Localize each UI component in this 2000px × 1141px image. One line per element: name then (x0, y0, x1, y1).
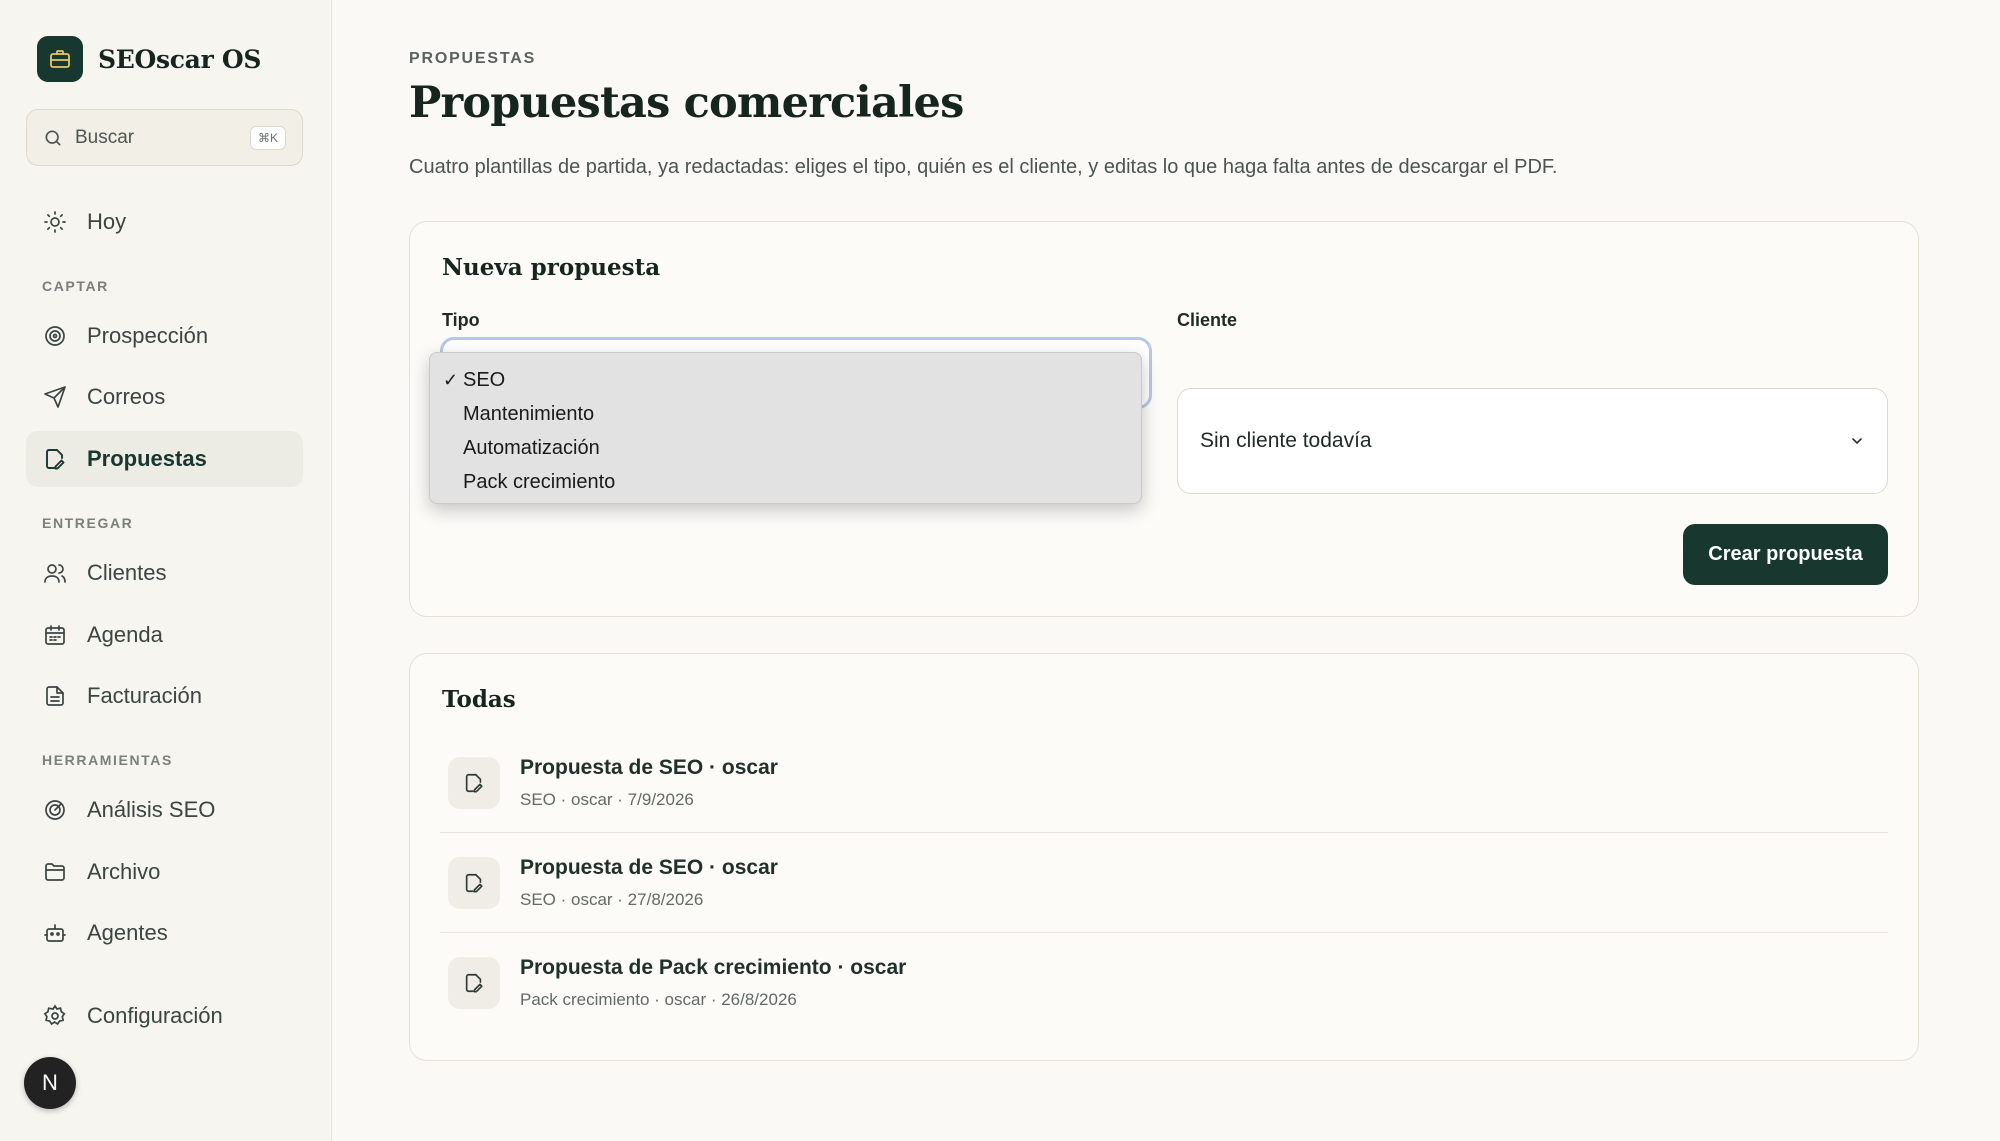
option-label: Mantenimiento (463, 402, 595, 425)
calendar-icon (42, 622, 68, 648)
brand[interactable]: SEOscar OS (37, 36, 261, 82)
sidebar-item-facturacion[interactable]: Facturación (26, 668, 303, 724)
cliente-label: Cliente (1177, 310, 1238, 330)
page-subtitle: Cuatro plantillas de partida, ya redacta… (409, 156, 1558, 178)
file-edit-icon (448, 957, 500, 1009)
avatar[interactable]: N (24, 1057, 76, 1109)
sidebar-item-archivo[interactable]: Archivo (26, 844, 303, 900)
app-name: SEOscar OS (98, 44, 262, 74)
sidebar-item-label: Hoy (87, 209, 127, 234)
tipo-option-automatizacion[interactable]: Automatización (430, 431, 1141, 465)
sidebar-item-configuracion[interactable]: Configuración (26, 988, 303, 1044)
file-edit-icon (448, 756, 500, 809)
tipo-option-seo[interactable]: ✓ SEO (430, 363, 1141, 397)
sidebar-item-analisis-seo[interactable]: Análisis SEO (26, 782, 303, 838)
create-proposal-button[interactable]: Crear propuesta (1683, 524, 1888, 585)
nav-section-captar: CAPTAR (42, 278, 109, 294)
sidebar-item-label: Análisis SEO (87, 797, 216, 822)
search-placeholder: Buscar (75, 126, 135, 148)
nav-section-herramientas: HERRAMIENTAS (42, 752, 173, 768)
proposal-meta: Pack crecimiento · oscar · 26/8/2026 (520, 990, 797, 1009)
tipo-option-pack-crecimiento[interactable]: Pack crecimiento (430, 465, 1141, 499)
search-input[interactable]: Buscar ⌘K (26, 109, 303, 166)
sidebar-item-correos[interactable]: Correos (26, 369, 303, 425)
radar-icon (42, 797, 68, 823)
page-title: Propuestas comerciales (409, 78, 964, 128)
target-icon (42, 323, 68, 349)
search-shortcut: ⌘K (249, 125, 286, 150)
list-item[interactable]: Propuesta de SEO · oscar SEO · oscar · 2… (440, 833, 1888, 933)
sidebar-item-propuestas[interactable]: Propuestas (26, 431, 303, 487)
sidebar-item-label: Agenda (87, 622, 163, 647)
sidebar-item-label: Propuestas (87, 446, 207, 471)
proposal-meta: SEO · oscar · 7/9/2026 (520, 789, 694, 809)
sidebar-item-label: Agentes (87, 920, 168, 945)
sidebar: SEOscar OS Buscar ⌘K Hoy CAPTAR Prospecc… (0, 0, 332, 1141)
option-label: SEO (463, 368, 506, 391)
all-proposals-card: Todas Propuesta de SEO · oscar SEO · osc… (409, 653, 1919, 1061)
page-eyebrow: PROPUESTAS (409, 50, 537, 67)
option-label: Pack crecimiento (463, 470, 616, 493)
proposal-title: Propuesta de Pack crecimiento · oscar (520, 956, 907, 979)
tipo-option-mantenimiento[interactable]: Mantenimiento (430, 397, 1141, 431)
sidebar-item-clientes[interactable]: Clientes (26, 545, 303, 601)
file-edit-icon (42, 446, 68, 472)
sidebar-item-label: Archivo (87, 859, 161, 884)
sidebar-item-prospeccion[interactable]: Prospección (26, 308, 303, 364)
tipo-label: Tipo (442, 310, 480, 330)
sun-icon (42, 209, 68, 235)
option-label: Automatización (463, 436, 600, 459)
search-icon (45, 130, 61, 145)
bot-icon (42, 920, 68, 946)
chevron-down-icon (1852, 438, 1862, 445)
nav-section-entregar: ENTREGAR (42, 515, 134, 531)
sidebar-item-label: Prospección (87, 323, 209, 348)
proposal-meta: SEO · oscar · 27/8/2026 (520, 889, 704, 909)
sidebar-item-agentes[interactable]: Agentes (26, 905, 303, 961)
all-proposals-title: Todas (442, 686, 516, 713)
sidebar-item-hoy[interactable]: Hoy (26, 194, 303, 250)
proposal-title: Propuesta de SEO · oscar (520, 855, 778, 879)
folder-icon (42, 859, 68, 885)
sidebar-item-label: Facturación (87, 683, 202, 708)
sidebar-item-label: Correos (87, 384, 166, 409)
proposal-title: Propuesta de SEO · oscar (520, 755, 778, 779)
users-icon (42, 560, 68, 586)
tipo-dropdown-menu: ✓ SEO Mantenimiento Automatización Pack … (429, 352, 1142, 504)
list-item[interactable]: Propuesta de SEO · oscar SEO · oscar · 7… (440, 733, 1888, 833)
briefcase-icon (37, 36, 83, 82)
file-edit-icon (448, 856, 500, 909)
gear-icon (42, 1003, 68, 1029)
new-proposal-title: Nueva propuesta (442, 254, 661, 281)
list-item[interactable]: Propuesta de Pack crecimiento · oscar Pa… (440, 933, 1888, 1033)
check-icon: ✓ (443, 369, 459, 390)
sidebar-item-label: Clientes (87, 560, 167, 585)
send-icon (42, 384, 68, 410)
sidebar-item-label: Configuración (87, 1003, 223, 1028)
sidebar-item-agenda[interactable]: Agenda (26, 607, 303, 663)
file-text-icon (42, 683, 68, 709)
cliente-select[interactable]: Sin cliente todavía (1177, 388, 1888, 494)
cliente-select-value: Sin cliente todavía (1200, 429, 1372, 452)
